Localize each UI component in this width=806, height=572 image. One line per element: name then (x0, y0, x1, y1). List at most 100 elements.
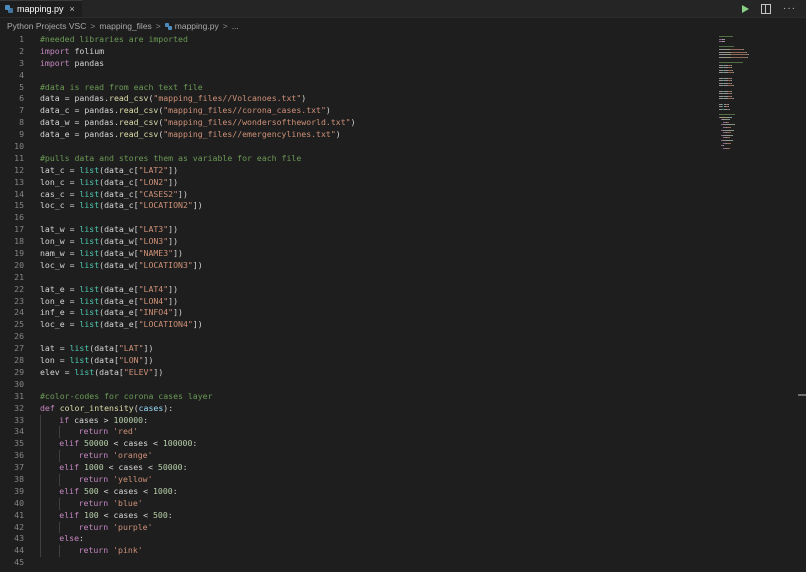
code-line[interactable]: else: (40, 533, 356, 546)
more-actions-icon[interactable]: ··· (783, 3, 796, 14)
token-func: read_csv (118, 129, 159, 140)
close-icon[interactable]: × (70, 4, 75, 14)
minimap-line (731, 140, 733, 141)
token-builtin: list (79, 248, 100, 259)
token-plain: (data[ (94, 366, 124, 377)
token-number: 100 (83, 509, 99, 520)
code-line[interactable]: elif 50000 < cases < 100000: (40, 438, 356, 451)
code-line[interactable]: return 'blue' (40, 497, 356, 510)
token-plain: lat = (40, 343, 70, 354)
code-content: elif 500 < cases < 1000: (40, 485, 177, 496)
code-content: inf_e = list(data_e["INFO4"]) (40, 307, 183, 317)
token-plain: (data_c[ (99, 176, 139, 187)
code-line[interactable]: if cases > 100000: (40, 414, 356, 427)
token-string: "mapping_files//emergencylines.txt" (163, 129, 336, 140)
split-editor-icon[interactable] (761, 3, 771, 14)
token-plain: ]) (173, 307, 183, 318)
token-plain: < cases < (98, 509, 153, 520)
code-area[interactable]: #needed libraries are imported import fol… (40, 34, 356, 569)
line-number: 34 (14, 426, 24, 437)
line-number: 36 (14, 450, 24, 461)
code-line[interactable]: #data is read from each text file (40, 82, 356, 94)
code-line[interactable]: return 'purple' (40, 521, 356, 534)
token-string: "LOCATION2" (138, 200, 193, 211)
line-number: 9 (19, 129, 24, 140)
code-line[interactable] (40, 141, 356, 153)
scrollbar-thumb[interactable] (798, 394, 806, 396)
token-string: "mapping_files//wondersoftheworld.txt" (163, 117, 351, 128)
code-line[interactable]: lat_e = list(data_e["LAT4"]) (40, 284, 356, 296)
code-line[interactable]: return 'yellow' (40, 473, 356, 486)
code-line[interactable] (40, 212, 356, 224)
code-line[interactable]: data = pandas.read_csv("mapping_files//V… (40, 93, 356, 105)
code-line[interactable]: inf_e = list(data_e["INFO4"]) (40, 307, 356, 319)
code-line[interactable]: lon = list(data["LON"]) (40, 355, 356, 367)
line-number: 35 (14, 438, 24, 449)
code-line[interactable]: loc_c = list(data_c["LOCATION2"]) (40, 200, 356, 212)
minimap-line (732, 72, 734, 74)
indent-guide (59, 426, 61, 439)
token-plain: (data[ (89, 343, 119, 354)
code-line[interactable]: data_e = pandas.read_csv("mapping_files/… (40, 129, 356, 141)
code-line[interactable]: elif 500 < cases < 1000: (40, 485, 356, 498)
indent-guide (40, 414, 41, 427)
code-line[interactable] (40, 379, 356, 391)
code-line[interactable]: lon_c = list(data_c["LON2"]) (40, 177, 356, 189)
code-line[interactable]: cas_c = list(data_c["CASES2"]) (40, 189, 356, 201)
code-line[interactable] (40, 70, 356, 82)
token-plain: ]) (168, 164, 179, 175)
token-comment: #needed libraries are imported (40, 34, 188, 44)
token-plain: data_c = pandas. (40, 105, 119, 116)
token-plain: ]) (168, 224, 179, 235)
code-line[interactable]: loc_w = list(data_w["LOCATION3"]) (40, 260, 356, 272)
indent-guide (59, 450, 61, 463)
line-number: 44 (14, 545, 24, 556)
code-line[interactable]: import folium (40, 46, 356, 58)
breadcrumb-symbols[interactable]: ... (232, 21, 239, 31)
token-number: 1000 (152, 485, 173, 496)
token-plain: lon = (40, 355, 70, 366)
code-line[interactable]: #needed libraries are imported (40, 34, 356, 46)
breadcrumb-separator: > (90, 21, 96, 31)
code-line[interactable]: lon_e = list(data_e["LON4"]) (40, 296, 356, 308)
breadcrumb-folder[interactable]: Python Projects VSC (7, 21, 86, 31)
token-plain: (data_c[ (99, 188, 139, 199)
code-line[interactable]: elif 1000 < cases < 50000: (40, 462, 356, 474)
vertical-scrollbar[interactable] (798, 34, 806, 572)
code-line[interactable]: #color-codes for corona cases layer (40, 391, 356, 403)
token-keyword: else (59, 533, 80, 544)
code-line[interactable]: lat = list(data["LAT"]) (40, 343, 356, 355)
code-line[interactable]: lat_c = list(data_c["LAT2"]) (40, 165, 356, 177)
code-line[interactable]: def color_intensity(cases): (40, 403, 356, 415)
code-line[interactable] (40, 272, 356, 284)
breadcrumb-file[interactable]: mapping.py (175, 21, 219, 31)
code-line[interactable]: elif 100 < cases < 500: (40, 509, 356, 522)
code-line[interactable]: lat_w = list(data_w["LAT3"]) (40, 224, 356, 236)
code-line[interactable]: #pulls data and stores them as variable … (40, 153, 356, 165)
code-line[interactable]: return 'red' (40, 426, 356, 439)
code-line[interactable]: elev = list(data["ELEV"]) (40, 367, 356, 379)
breadcrumb-subfolder[interactable]: mapping_files (99, 21, 151, 31)
token-plain: lat_c = (40, 164, 80, 175)
code-editor[interactable]: 1 2 3 4 5 6 7 8 9 10 11 12 13 14 15 16 17 18 19 20 21 22 23 24 2… (0, 34, 716, 572)
minimap[interactable] (716, 34, 798, 572)
code-line[interactable]: nam_w = list(data_w["NAME3"]) (40, 248, 356, 260)
token-func: read_csv (118, 117, 159, 128)
play-icon[interactable] (742, 4, 749, 13)
code-line[interactable]: data_w = pandas.read_csv("mapping_files/… (40, 117, 356, 129)
code-line[interactable] (40, 557, 356, 569)
token-plain: cases > (69, 414, 114, 425)
indent-guide (59, 545, 61, 558)
code-line[interactable]: import pandas (40, 58, 356, 70)
tab-mapping-py[interactable]: mapping.py × (0, 0, 82, 17)
code-line[interactable] (40, 331, 356, 343)
code-line[interactable]: data_c = pandas.read_csv("mapping_files/… (40, 105, 356, 117)
line-number: 5 (19, 81, 24, 92)
code-line[interactable]: loc_e = list(data_e["LOCATION4"]) (40, 319, 356, 331)
line-number: 24 (14, 307, 24, 318)
code-line[interactable]: return 'pink' (40, 545, 356, 558)
code-line[interactable]: lon_w = list(data_w["LON3"]) (40, 236, 356, 248)
code-content: elif 50000 < cases < 100000: (40, 438, 197, 448)
code-line[interactable]: return 'orange' (40, 450, 356, 463)
token-plain: (data_c[ (99, 200, 139, 211)
